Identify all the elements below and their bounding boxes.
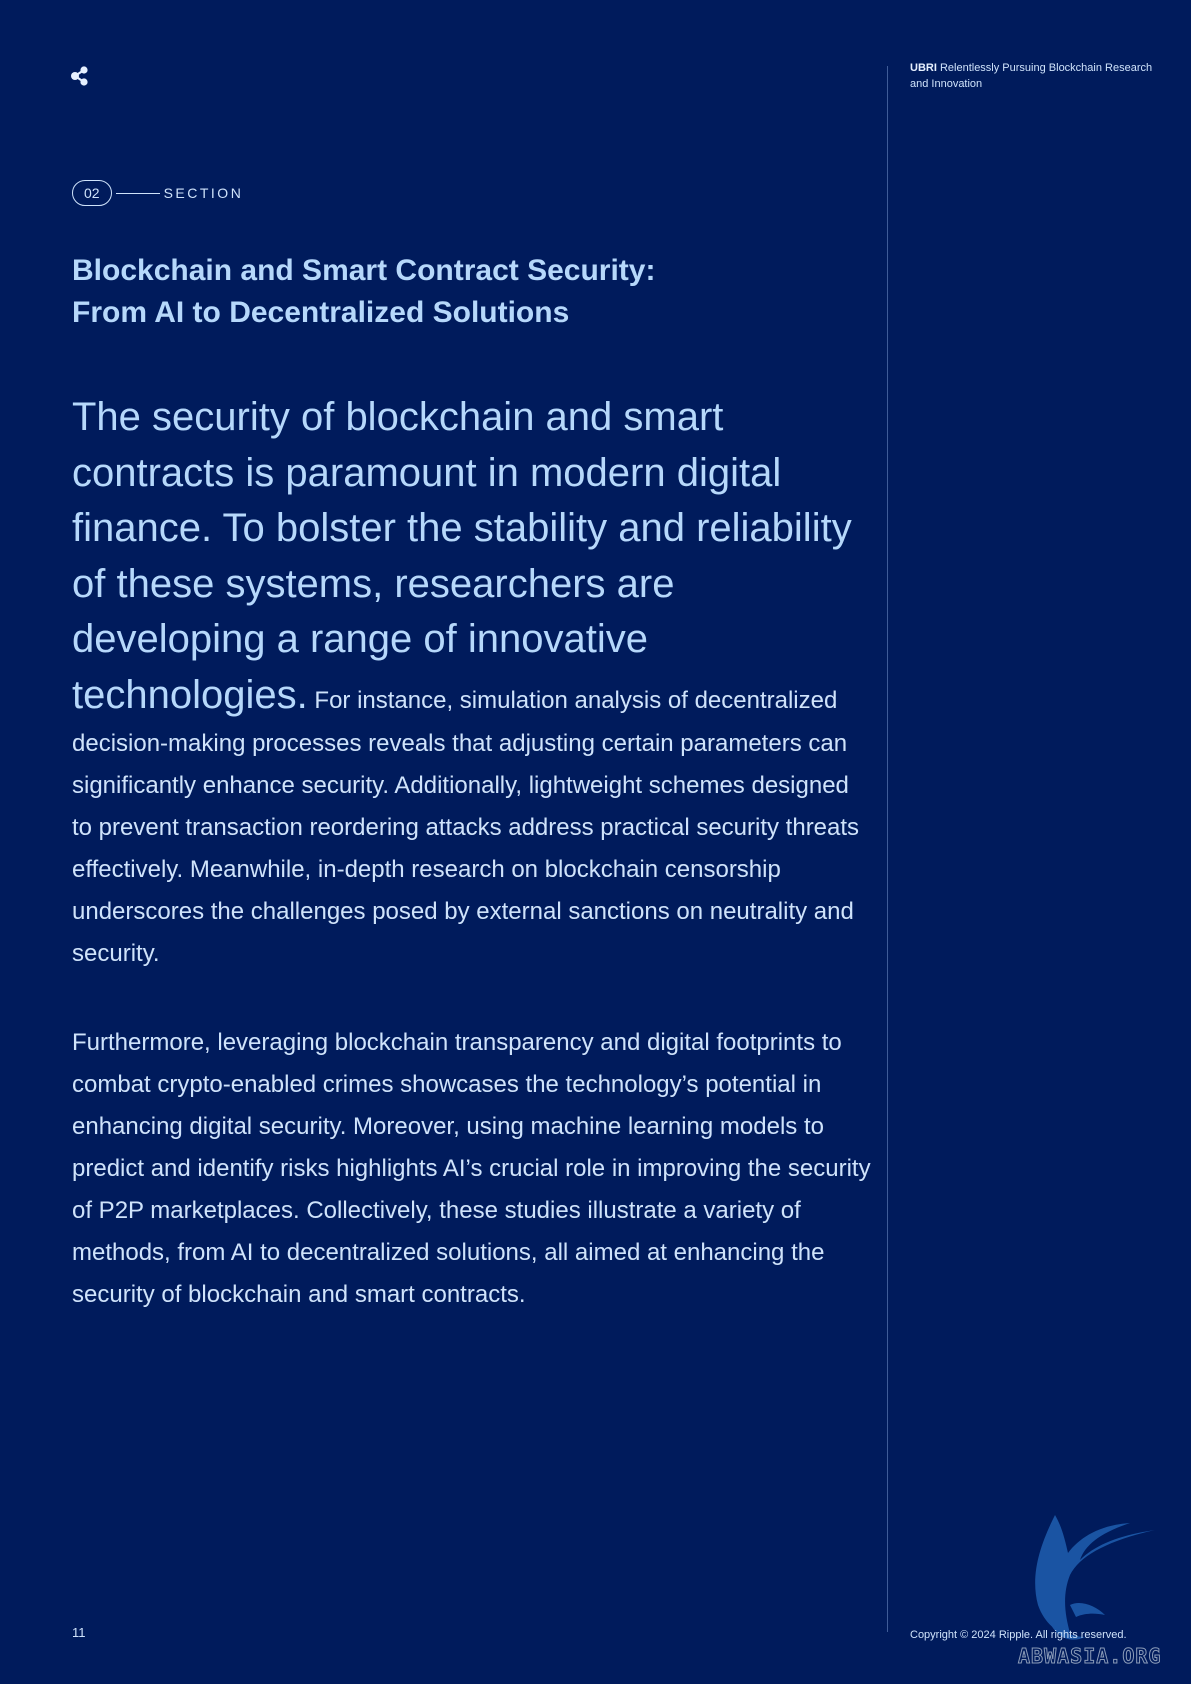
section-label: SECTION <box>163 185 244 201</box>
title-line-1: Blockchain and Smart Contract Security: <box>72 254 656 287</box>
watermark-text: ABWASIA.ORG <box>1017 1644 1162 1669</box>
section-marker: 02 SECTION <box>72 180 243 206</box>
vertical-divider <box>887 66 888 1632</box>
title-line-2: From AI to Decentralized Solutions <box>72 296 570 329</box>
page-number: 11 <box>72 1625 86 1640</box>
bird-watermark-icon <box>1035 1515 1155 1640</box>
brand-name: UBRI <box>910 62 937 74</box>
intro-paragraph: The security of blockchain and smart con… <box>72 390 872 975</box>
section-number-badge: 02 <box>72 180 112 206</box>
header-tagline: UBRI Relentlessly Pursuing Blockchain Re… <box>910 60 1160 92</box>
lead-statement: The security of blockchain and smart con… <box>72 395 852 717</box>
copyright-notice: Copyright © 2024 Ripple. All rights rese… <box>910 1629 1127 1641</box>
tagline-text: Relentlessly Pursuing Blockchain Researc… <box>910 62 1153 90</box>
page-title: Blockchain and Smart Contract Security: … <box>72 250 852 334</box>
body-paragraph-1: For instance, simulation analysis of dec… <box>72 686 860 968</box>
section-connector-line <box>115 192 160 194</box>
ripple-logo-icon <box>71 66 88 86</box>
body-paragraph-2: Furthermore, leveraging blockchain trans… <box>72 1029 871 1308</box>
